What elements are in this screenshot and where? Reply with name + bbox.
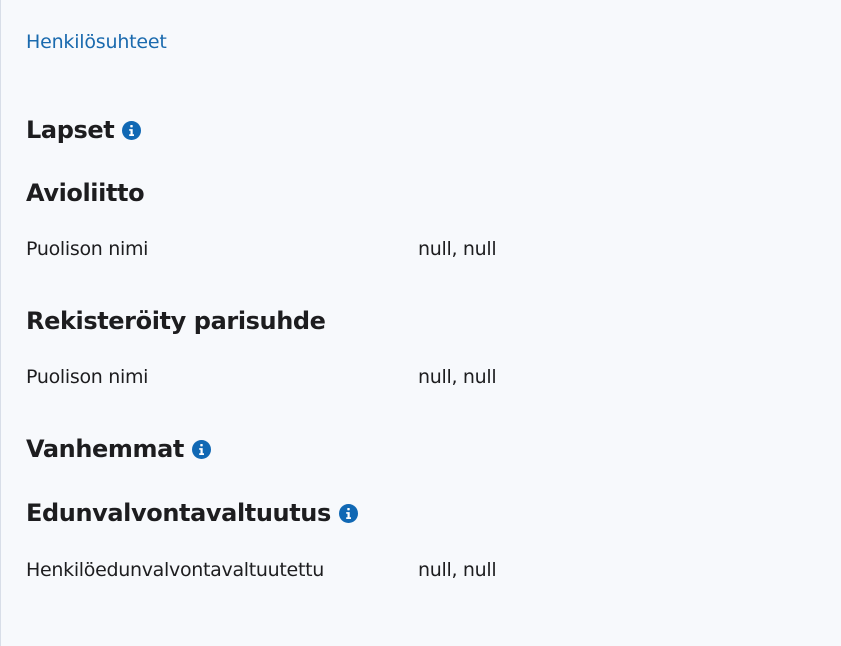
partner-name-value: null, null <box>418 366 497 388</box>
spouse-name-label: Puolison nimi <box>26 238 149 260</box>
guardian-value: null, null <box>418 559 497 581</box>
parents-heading: Vanhemmat <box>26 435 211 463</box>
marriage-heading: Avioliitto <box>26 179 145 207</box>
children-heading: Lapset <box>26 116 142 144</box>
guardianship-heading: Edunvalvontavaltuutus <box>26 499 358 527</box>
info-icon[interactable] <box>192 439 211 459</box>
parents-title: Vanhemmat <box>26 435 184 463</box>
registered-partnership-heading: Rekisteröity parisuhde <box>26 307 326 335</box>
left-border <box>0 0 1 646</box>
marriage-title: Avioliitto <box>26 179 145 207</box>
spouse-name-value: null, null <box>418 238 497 260</box>
partner-name-label: Puolison nimi <box>26 366 149 388</box>
relationships-link[interactable]: Henkilösuhteet <box>26 31 167 53</box>
registered-partnership-title: Rekisteröity parisuhde <box>26 307 326 335</box>
children-title: Lapset <box>26 116 115 144</box>
info-icon[interactable] <box>338 503 358 523</box>
guardian-label: Henkilöedunvalvontavaltuutettu <box>26 559 324 581</box>
guardianship-title: Edunvalvontavaltuutus <box>26 499 331 527</box>
info-icon[interactable] <box>122 120 142 140</box>
